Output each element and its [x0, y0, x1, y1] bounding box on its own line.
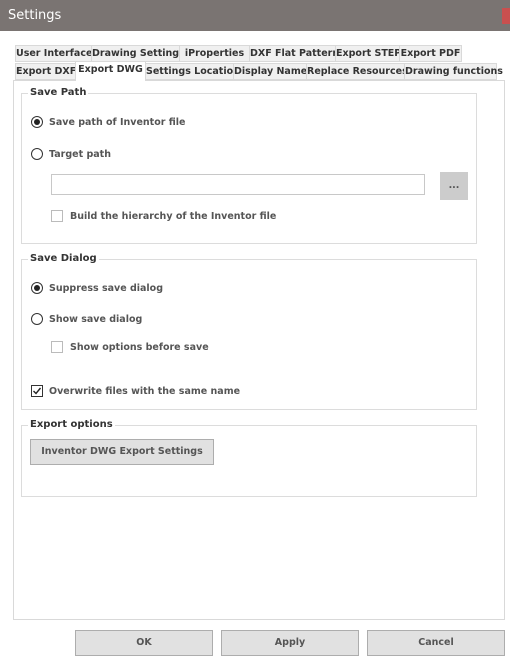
checkbox-label: Build the hierarchy of the Inventor file — [70, 211, 277, 222]
title-bar: Settings — [0, 0, 510, 31]
window-title: Settings — [8, 8, 62, 23]
checkbox-label: Show options before save — [70, 342, 209, 353]
overwrite-checkbox[interactable] — [31, 385, 43, 397]
radio-label: Suppress save dialog — [49, 283, 164, 294]
tab-replace-resources[interactable]: Replace Resources — [306, 63, 408, 80]
ok-button[interactable]: OK — [75, 630, 213, 656]
checkbox-label: Overwrite files with the same name — [49, 386, 241, 397]
tab-drawing-functions[interactable]: Drawing functions — [404, 63, 503, 80]
tab-dxf-flat-pattern[interactable]: DXF Flat Pattern — [249, 45, 339, 62]
radio-target-path[interactable] — [31, 148, 43, 160]
build-hierarchy-checkbox[interactable] — [51, 210, 63, 222]
tab-export-pdf[interactable]: Export PDF — [399, 45, 462, 62]
browse-button[interactable]: ... — [440, 172, 468, 200]
show-options-checkbox[interactable] — [51, 341, 63, 353]
save-path-group: Save Path Save path of Inventor file Tar… — [21, 87, 477, 244]
export-options-group: Export options Inventor DWG Export Setti… — [21, 419, 477, 497]
tab-panel: Save Path Save path of Inventor file Tar… — [13, 80, 505, 620]
group-title: Export options — [28, 419, 115, 430]
tab-settings-location[interactable]: Settings Location — [145, 63, 240, 80]
tab-display-name[interactable]: Display Name — [233, 63, 307, 80]
radio-label: Save path of Inventor file — [49, 117, 186, 128]
close-button[interactable] — [502, 8, 510, 24]
radio-suppress-save-dialog[interactable] — [31, 282, 43, 294]
checkmark-icon — [33, 387, 42, 395]
cancel-button[interactable]: Cancel — [367, 630, 505, 656]
radio-label: Show save dialog — [49, 314, 143, 325]
radio-show-save-dialog[interactable] — [31, 313, 43, 325]
tab-export-step[interactable]: Export STEP — [335, 45, 401, 62]
save-dialog-group: Save Dialog Suppress save dialog Show sa… — [21, 253, 477, 410]
tab-drawing-settings[interactable]: Drawing Settings — [91, 45, 185, 62]
target-path-input[interactable] — [51, 174, 425, 195]
group-title: Save Dialog — [28, 253, 99, 264]
tab-export-dwg[interactable]: Export DWG — [75, 61, 146, 81]
tab-export-dxf[interactable]: Export DXF — [15, 63, 76, 80]
apply-button[interactable]: Apply — [221, 630, 359, 656]
tab-user-interface[interactable]: User Interface — [15, 45, 92, 62]
radio-save-path-inventor[interactable] — [31, 116, 43, 128]
radio-label: Target path — [49, 149, 111, 160]
dwg-export-settings-button[interactable]: Inventor DWG Export Settings — [30, 439, 214, 465]
group-title: Save Path — [28, 87, 89, 98]
tab-iproperties[interactable]: iProperties — [179, 45, 250, 62]
